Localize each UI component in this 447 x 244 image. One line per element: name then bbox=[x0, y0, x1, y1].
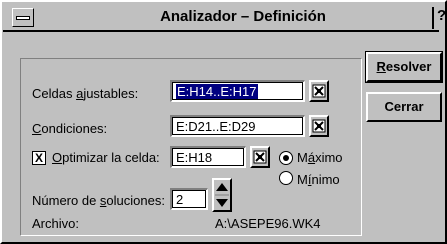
adjustable-cells-label: Celdas ajustables: bbox=[32, 86, 139, 101]
range-select-icon bbox=[253, 150, 267, 164]
conditions-picker-button[interactable] bbox=[309, 115, 329, 137]
optimize-cell-picker-button[interactable] bbox=[250, 146, 270, 168]
conditions-label: Condiciones: bbox=[32, 121, 108, 136]
spinner-arrows-icon bbox=[215, 183, 229, 207]
minimum-label: Mínimo bbox=[297, 172, 340, 187]
range-select-icon bbox=[312, 84, 326, 98]
range-select-icon bbox=[312, 119, 326, 133]
window-title: Analizador – Definición bbox=[160, 8, 326, 25]
adjustable-cells-input[interactable]: E:H14..E:H17 bbox=[170, 80, 305, 102]
minimum-radio[interactable] bbox=[279, 171, 293, 185]
solutions-count-input[interactable]: 2 bbox=[170, 188, 208, 210]
title-bar: Analizador – Definición ? bbox=[3, 3, 446, 32]
resolve-button[interactable]: Resolver bbox=[365, 51, 443, 83]
adjustable-cells-picker-button[interactable] bbox=[309, 80, 329, 102]
screen: Analizador – Definición ? Celdas ajustab… bbox=[0, 0, 447, 244]
conditions-input[interactable]: E:D21..E:D29 bbox=[170, 115, 305, 137]
optimize-label: Optimizar la celda: bbox=[52, 150, 160, 165]
solutions-spinner[interactable] bbox=[212, 178, 232, 212]
maximum-radio[interactable] bbox=[279, 151, 293, 165]
file-label: Archivo: bbox=[32, 216, 79, 231]
optimize-cell-input[interactable]: E:H18 bbox=[170, 146, 246, 168]
system-menu-button[interactable] bbox=[12, 8, 34, 27]
solutions-count-label: Número de soluciones: bbox=[32, 193, 165, 208]
help-button[interactable]: ? bbox=[432, 7, 447, 29]
close-button[interactable]: Cerrar bbox=[366, 92, 442, 122]
file-path: A:\ASEPE96.WK4 bbox=[215, 216, 321, 231]
system-menu-icon bbox=[16, 16, 30, 20]
optimize-checkbox[interactable]: X bbox=[32, 151, 46, 165]
maximum-label: Máximo bbox=[297, 150, 343, 165]
